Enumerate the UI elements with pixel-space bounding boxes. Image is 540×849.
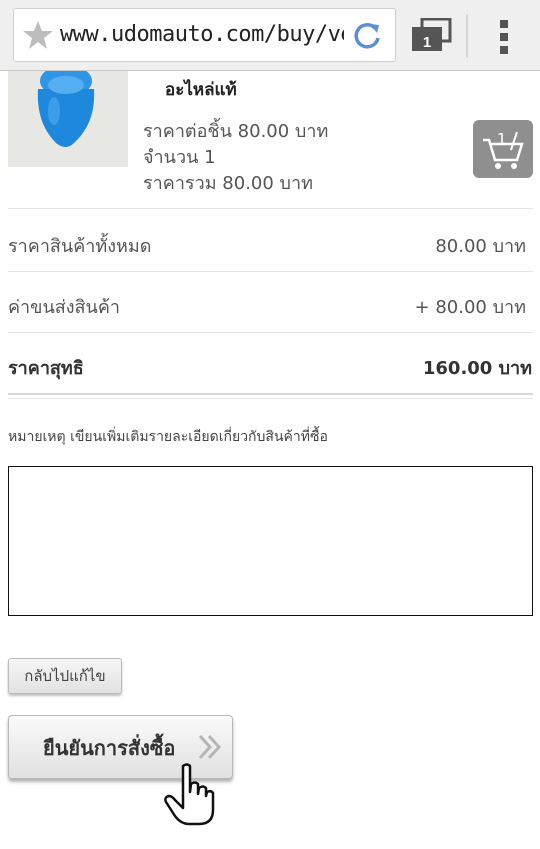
product-image [8, 71, 128, 167]
tabs-icon: 1 [412, 17, 452, 51]
reload-icon[interactable] [351, 20, 383, 52]
net-total-label: ราคาสุทธิ [8, 358, 84, 379]
back-to-edit-button[interactable]: กลับไปแก้ไข [8, 658, 122, 694]
reservoir-cap-image [37, 71, 95, 147]
address-bar[interactable]: www.udomauto.com/buy/ve [13, 8, 396, 62]
note-label: หมายเหตุ เขียนเพิ่มเติมรายละเอียดเกี่ยวก… [8, 429, 328, 445]
divider [8, 332, 533, 333]
shipping-label: ค่าขนส่งสินค้า [8, 297, 120, 318]
shipping-value: + 80.00 บาท [414, 297, 526, 318]
cart-button[interactable]: 1 [473, 120, 533, 178]
double-chevron-right-icon [198, 734, 222, 760]
subtotal-value: 80.00 บาท [435, 236, 526, 257]
divider [8, 398, 533, 399]
net-total-value: 160.00 บาท [422, 358, 532, 379]
star-icon[interactable] [22, 19, 54, 51]
confirm-order-label: ยืนยันการสั่งซื้อ [43, 736, 176, 760]
tab-count: 1 [423, 34, 431, 51]
overflow-menu-icon[interactable] [496, 18, 512, 56]
product-name: อะไหล่แท้ [165, 80, 237, 100]
divider [8, 271, 533, 272]
unit-price: ราคาต่อชิ้น 80.00 บาท [143, 121, 329, 142]
toolbar-divider [466, 14, 468, 58]
url-text[interactable]: www.udomauto.com/buy/ve [60, 22, 344, 47]
line-total: ราคารวม 80.00 บาท [143, 173, 313, 194]
note-textarea[interactable] [8, 466, 533, 616]
pointer-hand-icon [164, 763, 215, 826]
tabs-button[interactable]: 1 [410, 17, 454, 54]
cart-icon [483, 131, 524, 169]
divider [8, 393, 533, 395]
quantity: จำนวน 1 [143, 147, 216, 168]
divider [8, 208, 533, 209]
cart-count: 1 [497, 130, 507, 148]
browser-toolbar: www.udomauto.com/buy/ve 1 [0, 0, 540, 71]
subtotal-label: ราคาสินค้าทั้งหมด [8, 236, 152, 257]
